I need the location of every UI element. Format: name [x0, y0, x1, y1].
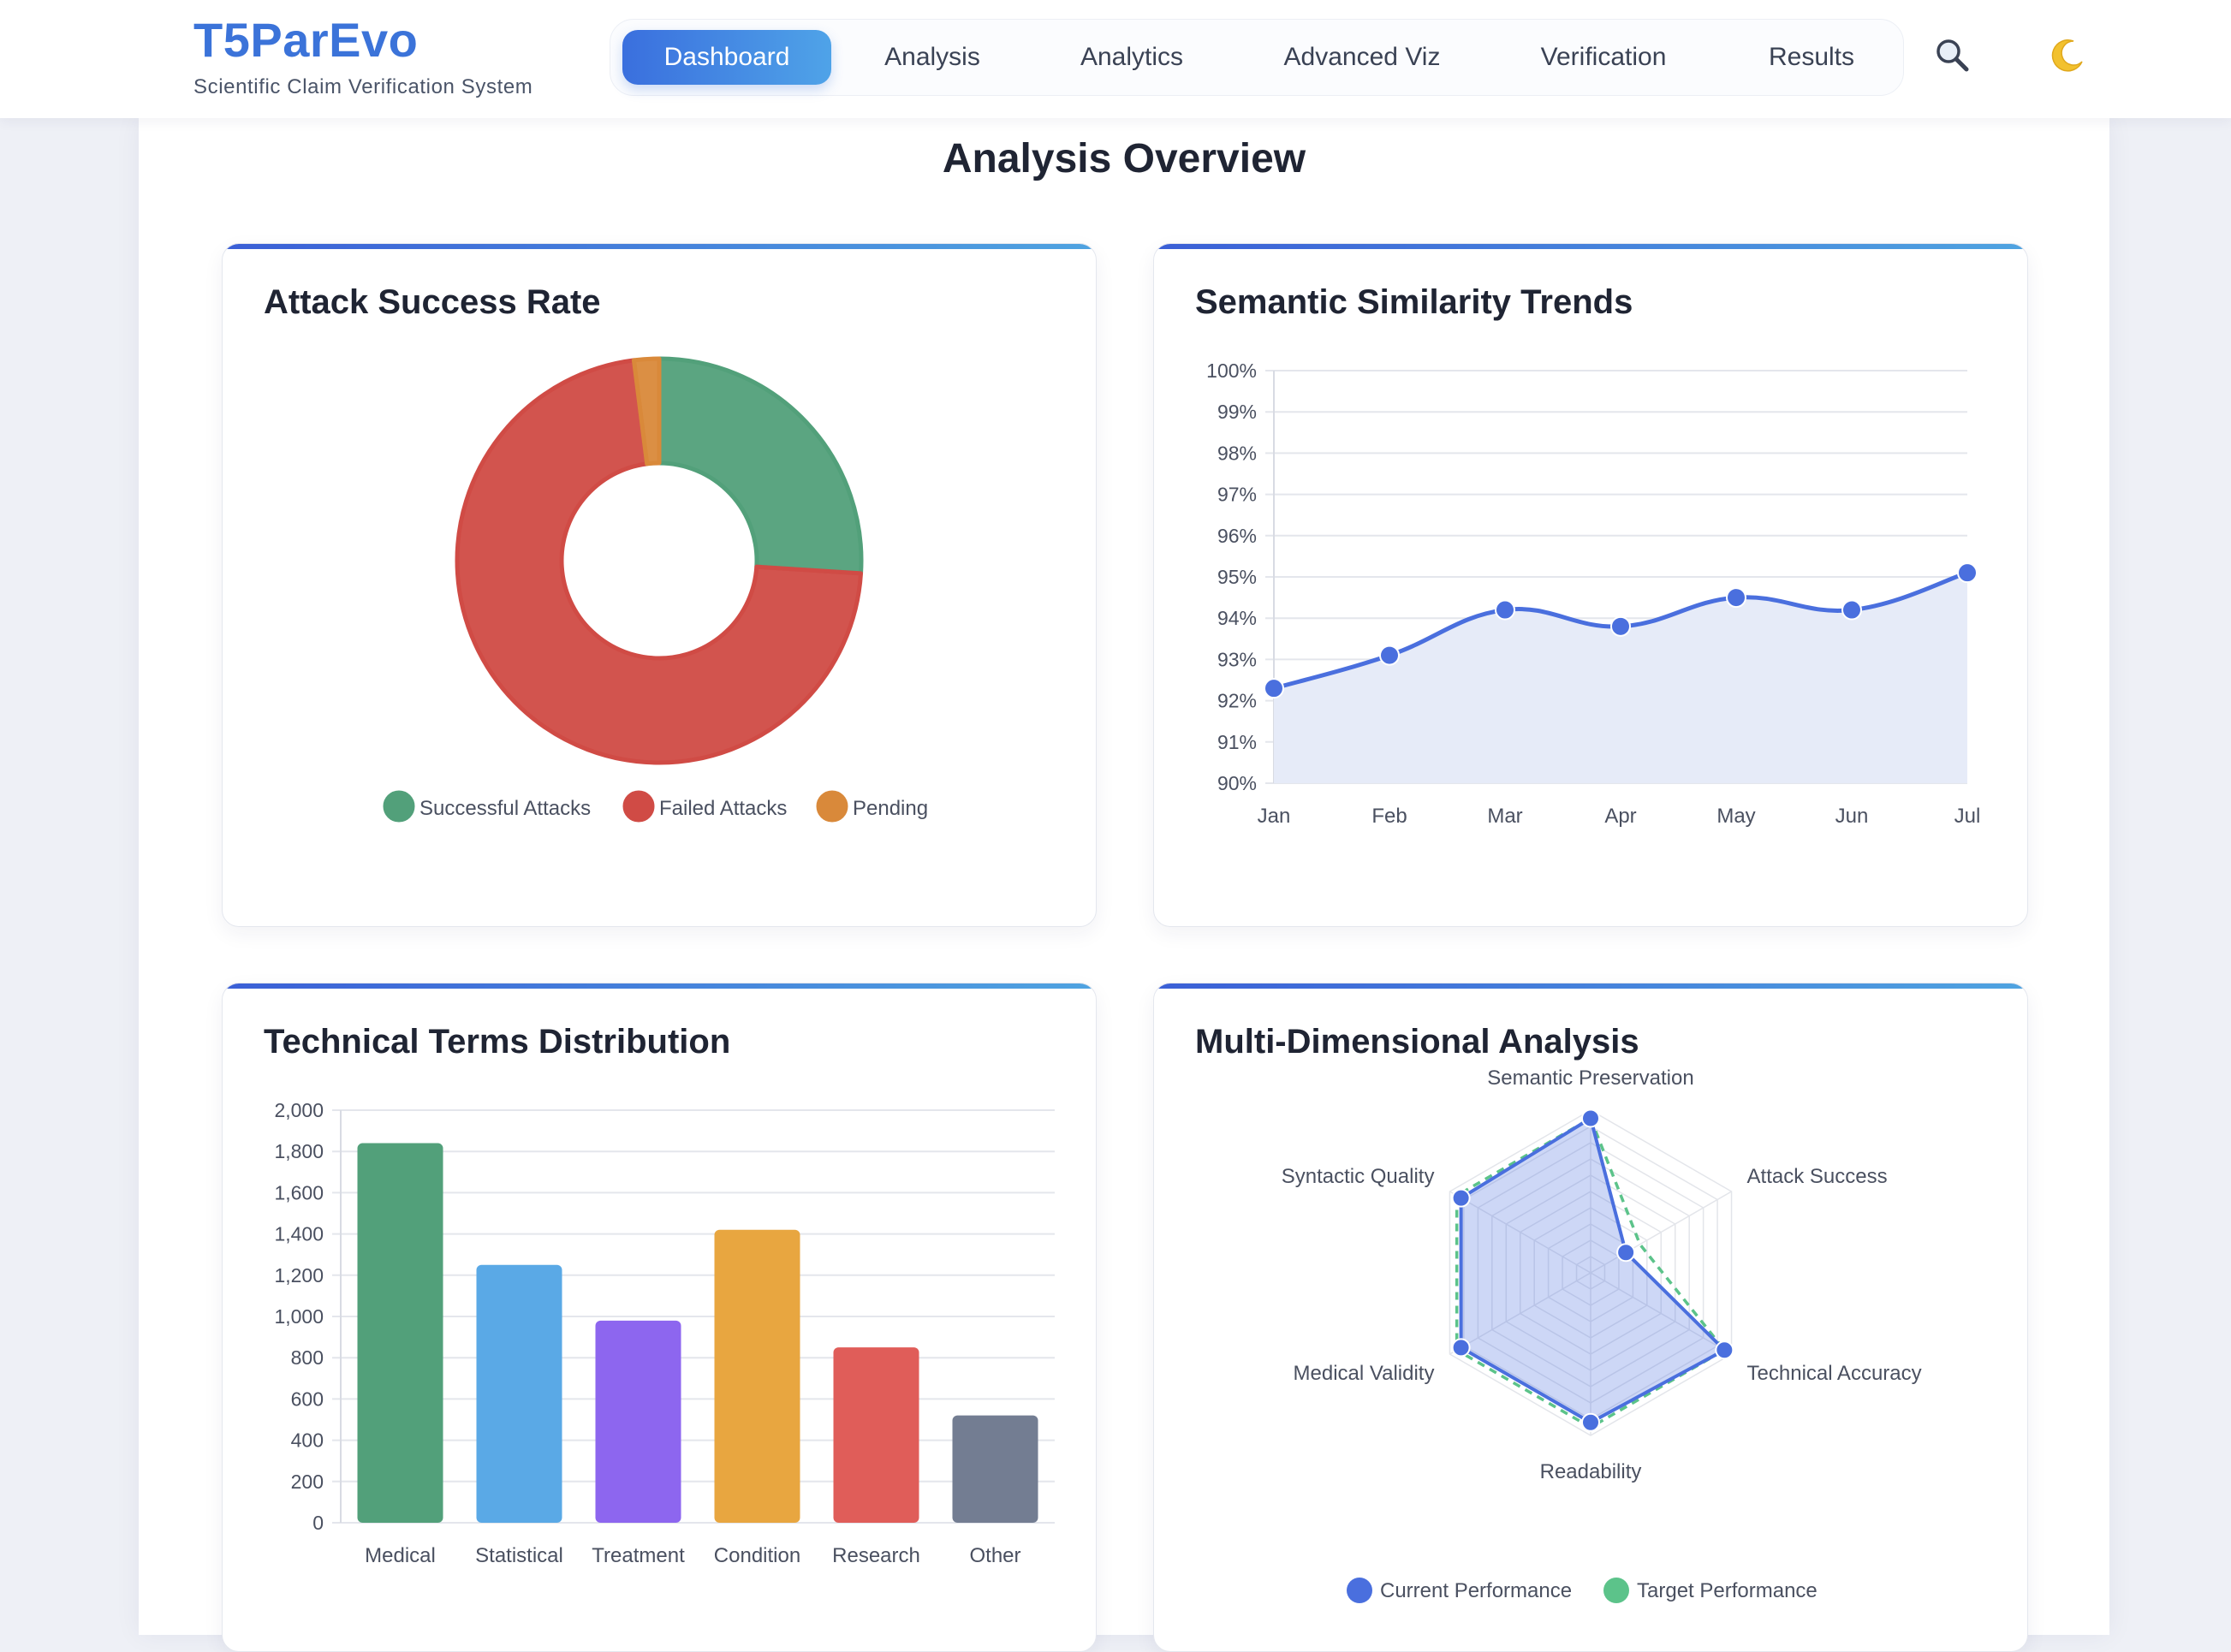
nav-verification[interactable]: Verification: [1501, 30, 1706, 85]
data-point: [1957, 562, 1978, 584]
x-tick-label: Apr: [1604, 805, 1636, 828]
x-tick-label: Feb: [1371, 805, 1407, 828]
y-tick-label: 1,200: [274, 1264, 324, 1287]
legend-label: Successful Attacks: [419, 797, 591, 820]
y-tick-label: 1,600: [274, 1181, 324, 1203]
top-bar: T5ParEvo Scientific Claim Verification S…: [0, 0, 2231, 118]
data-point: [1379, 645, 1400, 666]
y-tick-label: 98%: [1217, 442, 1257, 464]
semantic-trends-chart: 90% 91% 92% 93% 94% 95% 96% 97% 98% 99% 100% Jan Feb…: [1206, 360, 1981, 828]
y-tick-label: 1,800: [274, 1140, 324, 1162]
x-tick-label: Research: [832, 1544, 920, 1567]
technical-terms-panel: Technical Terms Distribution 0 200 400 600 8…: [222, 983, 1097, 1652]
multi-dimensional-panel: Multi-Dimensional Analysis Semantic Pres…: [1153, 983, 2028, 1652]
bar: [833, 1347, 919, 1523]
x-tick-label: Treatment: [592, 1544, 685, 1567]
donut-slice: [657, 356, 864, 576]
semantic-trends-panel: Semantic Similarity Trends 90% 91% 92% 93% 9…: [1153, 243, 2028, 927]
y-tick-label: 94%: [1217, 607, 1257, 629]
radar-axis-label: Syntactic Quality: [1282, 1165, 1435, 1188]
multi-dimensional-chart: Semantic Preservation Attack Success Techn…: [1282, 1067, 1922, 1603]
attack-success-chart: Successful Attacks Failed Attacks Pending: [383, 356, 928, 823]
bar: [952, 1415, 1038, 1523]
y-tick-label: 100%: [1206, 360, 1257, 382]
nav-advanced-viz[interactable]: Advanced Viz: [1251, 30, 1473, 85]
y-tick-label: 200: [291, 1471, 324, 1493]
data-point: [1581, 1108, 1600, 1128]
x-tick-label: Statistical: [475, 1544, 563, 1567]
x-tick-label: Medical: [365, 1544, 436, 1567]
moon-icon[interactable]: [2041, 29, 2092, 80]
y-tick-label: 800: [291, 1346, 324, 1369]
nav-analytics[interactable]: Analytics: [1042, 30, 1222, 85]
legend-swatch: [1603, 1578, 1629, 1603]
data-point: [1841, 599, 1862, 621]
y-tick-label: 0: [312, 1512, 324, 1534]
y-tick-label: 93%: [1217, 648, 1257, 670]
x-tick-label: Jul: [1954, 805, 1981, 828]
radar-axis-label: Technical Accuracy: [1747, 1362, 1922, 1385]
dashboard-main: Analysis Overview Attack Success Rate Su…: [139, 118, 2109, 1652]
brand-title[interactable]: T5ParEvo: [193, 12, 418, 68]
y-tick-label: 90%: [1217, 772, 1257, 794]
x-tick-label: Jun: [1835, 805, 1869, 828]
legend-label: Target Performance: [1637, 1579, 1818, 1602]
y-tick-label: 1,000: [274, 1305, 324, 1328]
y-tick-label: 97%: [1217, 484, 1257, 506]
bar: [357, 1143, 443, 1523]
technical-terms-chart: 0 200 400 600 800 1,000 1,200 1,400 1,600 1,800 2,…: [274, 1099, 1055, 1567]
bar: [595, 1320, 681, 1523]
data-point: [1264, 678, 1284, 699]
data-point: [1495, 599, 1515, 621]
search-icon[interactable]: [1926, 29, 1978, 80]
legend-swatch: [383, 790, 415, 823]
radar-axis-label: Medical Validity: [1294, 1362, 1435, 1385]
nav-dashboard[interactable]: Dashboard: [622, 30, 831, 85]
legend-label: Pending: [853, 797, 928, 820]
y-tick-label: 92%: [1217, 690, 1257, 712]
radar-axis-label: Semantic Preservation: [1487, 1067, 1693, 1090]
y-tick-label: 1,400: [274, 1223, 324, 1245]
legend-label: Failed Attacks: [659, 797, 787, 820]
data-point: [1451, 1188, 1471, 1208]
nav-analysis[interactable]: Analysis: [847, 30, 1018, 85]
data-point: [1451, 1338, 1471, 1358]
area-fill: [1274, 573, 1967, 783]
data-point: [1715, 1340, 1734, 1360]
data-point: [1726, 587, 1746, 609]
y-tick-label: 400: [291, 1429, 324, 1452]
attack-success-panel: Attack Success Rate Successful Attacks Fa…: [222, 243, 1097, 927]
x-tick-label: Jan: [1258, 805, 1291, 828]
x-tick-label: Other: [969, 1544, 1020, 1567]
y-tick-label: 96%: [1217, 525, 1257, 547]
data-point: [1581, 1412, 1600, 1432]
radar-axis-label: Readability: [1540, 1460, 1642, 1483]
main-nav: Dashboard Analysis Analytics Advanced Vi…: [610, 19, 1904, 96]
nav-results[interactable]: Results: [1730, 30, 1893, 85]
legend-swatch: [622, 790, 655, 823]
data-point: [1616, 1243, 1636, 1263]
page-title: Analysis Overview: [942, 136, 1306, 181]
y-tick-label: 95%: [1217, 566, 1257, 588]
x-tick-label: Mar: [1487, 805, 1522, 828]
bar: [714, 1229, 800, 1523]
y-tick-label: 99%: [1217, 401, 1257, 423]
legend-swatch: [816, 790, 848, 823]
radar-axis-label: Attack Success: [1747, 1165, 1888, 1188]
brand-subtitle: Scientific Claim Verification System: [193, 75, 533, 98]
x-tick-label: Condition: [714, 1544, 800, 1567]
legend-label: Current Performance: [1380, 1579, 1572, 1602]
y-tick-label: 91%: [1217, 731, 1257, 753]
y-tick-label: 2,000: [274, 1099, 324, 1121]
bar: [476, 1264, 562, 1523]
y-tick-label: 600: [291, 1388, 324, 1410]
legend-swatch: [1347, 1578, 1372, 1603]
x-tick-label: May: [1716, 805, 1755, 828]
data-point: [1610, 615, 1631, 637]
